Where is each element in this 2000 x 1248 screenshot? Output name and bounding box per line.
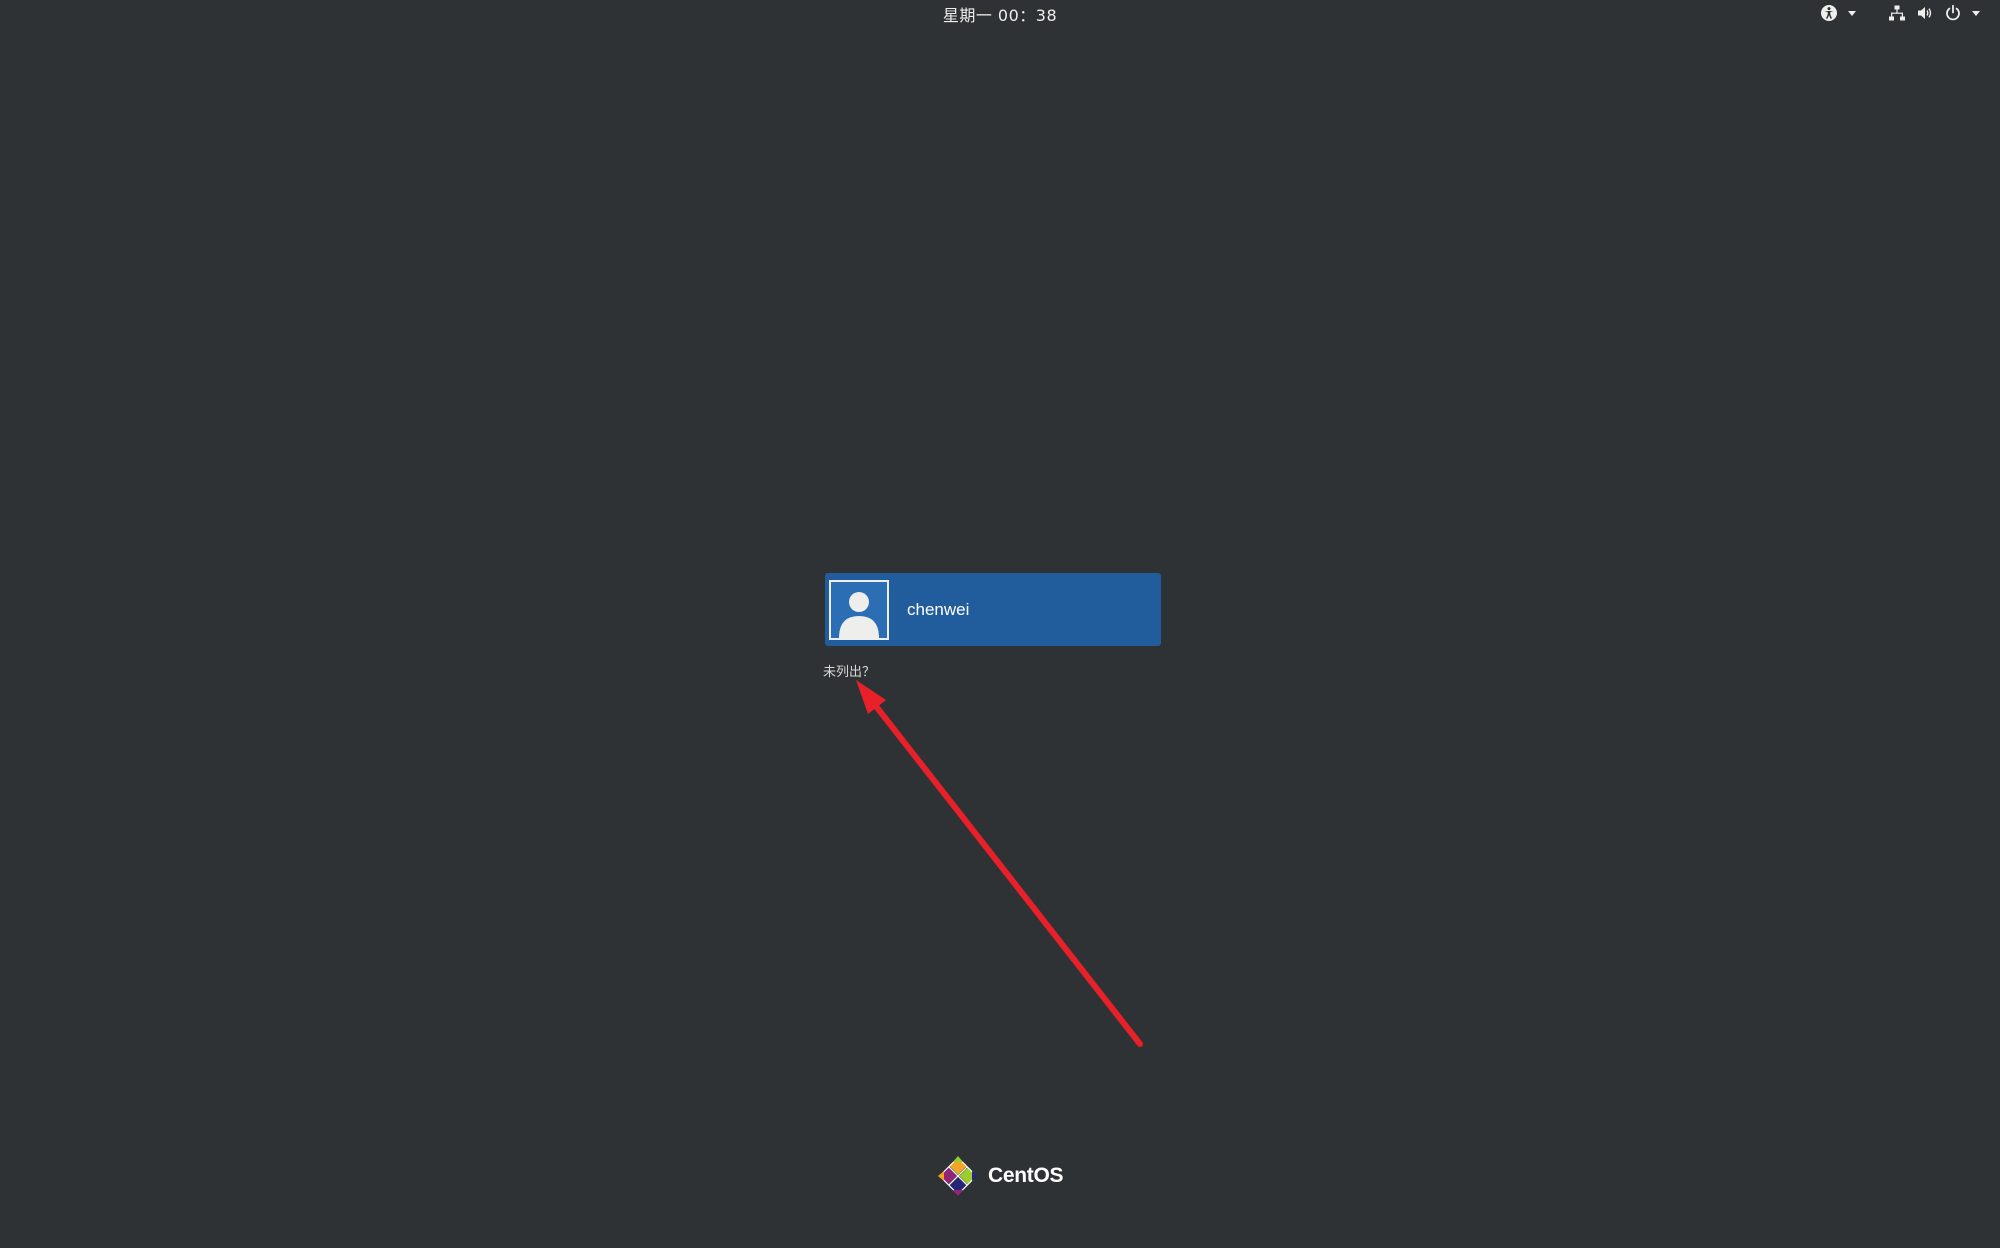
chevron-down-icon <box>1848 10 1856 16</box>
user-list: chenwei <box>825 573 1161 646</box>
network-icon <box>1888 4 1906 22</box>
centos-logo: CentOS <box>936 1154 1064 1198</box>
login-screen: 星期一 00：38 chenwei 未列出？ CentOS <box>0 0 2000 1248</box>
centos-logo-icon <box>938 1156 978 1196</box>
not-listed-link[interactable]: 未列出？ <box>823 661 875 680</box>
clock[interactable]: 星期一 00：38 <box>0 2 2000 26</box>
top-bar: 星期一 00：38 <box>0 0 2000 26</box>
power-icon <box>1944 4 1962 22</box>
logo-text: CentOS <box>988 1164 1064 1187</box>
user-avatar-icon <box>829 579 889 640</box>
user-item-chenwei[interactable]: chenwei <box>825 573 1161 646</box>
accessibility-icon <box>1820 4 1838 22</box>
system-menu[interactable] <box>1888 4 1988 22</box>
user-name: chenwei <box>907 599 970 619</box>
chevron-down-icon <box>1972 10 1980 16</box>
volume-icon <box>1916 4 1934 22</box>
accessibility-menu[interactable] <box>1820 4 1864 22</box>
